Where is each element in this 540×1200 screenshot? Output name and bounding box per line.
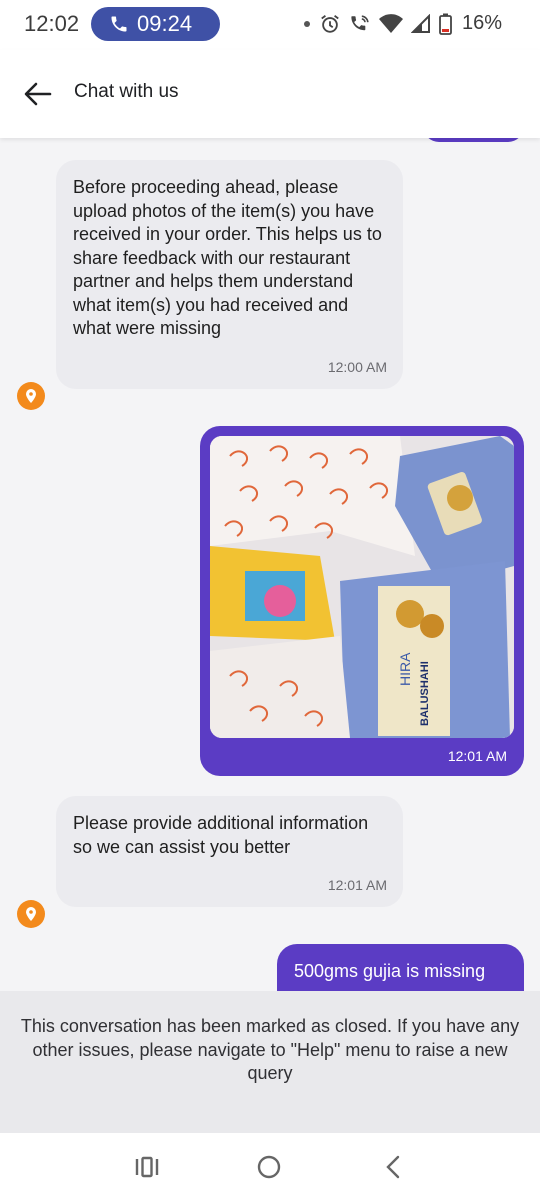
wifi-call-icon — [351, 14, 369, 30]
wifi-icon — [378, 13, 403, 33]
bot-icon — [26, 907, 36, 921]
alarm-icon — [321, 14, 339, 33]
product-brand: HIRA — [397, 652, 413, 686]
system-nav-bar — [0, 1133, 540, 1200]
page-title: Chat with us — [74, 81, 179, 102]
bot-icon — [26, 389, 36, 403]
chat-header: Chat with us — [0, 50, 540, 138]
status-time: 12:02 — [24, 11, 80, 36]
incoming-message: Before proceeding ahead, please upload p… — [56, 160, 403, 389]
signal-icon — [410, 13, 430, 33]
home-icon — [257, 1155, 281, 1179]
ongoing-call-pill[interactable]: 09:24 — [91, 7, 220, 41]
message-text: Please provide additional information so… — [73, 813, 369, 857]
incoming-message: Please provide additional information so… — [56, 796, 403, 907]
closed-notice-text: This conversation has been marked as clo… — [20, 1016, 520, 1083]
recents-icon — [135, 1156, 159, 1178]
uploaded-photo[interactable]: HIRA BALUSHAHI — [210, 436, 514, 738]
home-button[interactable] — [254, 1153, 284, 1181]
back-button[interactable] — [20, 76, 56, 112]
message-text: Before proceeding ahead, please upload p… — [73, 177, 382, 338]
status-bar: 12:02 09:24 16% — [0, 0, 540, 50]
outgoing-image-message[interactable]: HIRA BALUSHAHI 12:01 AM — [200, 426, 524, 776]
battery-percent: 16% — [461, 12, 502, 34]
recents-button[interactable] — [132, 1153, 162, 1181]
message-time: 12:01 AM — [327, 877, 387, 893]
battery-icon — [439, 13, 452, 35]
nav-back-button[interactable] — [378, 1153, 408, 1181]
back-icon — [386, 1155, 400, 1179]
conversation-closed-notice: This conversation has been marked as clo… — [0, 991, 540, 1133]
dot-icon — [303, 20, 310, 27]
message-time: 12:01 AM — [447, 748, 507, 764]
photo-illustration: HIRA BALUSHAHI — [210, 436, 514, 738]
support-avatar — [17, 900, 45, 928]
status-icons: 16% — [303, 12, 502, 35]
previous-message-bubble — [423, 138, 524, 142]
call-duration: 09:24 — [137, 11, 193, 36]
chat-thread[interactable]: Before proceeding ahead, please upload p… — [0, 138, 540, 991]
message-time: 12:00 AM — [327, 358, 387, 375]
product-name: BALUSHAHI — [419, 661, 431, 726]
support-avatar — [17, 382, 45, 410]
arrow-left-icon — [24, 82, 52, 106]
phone-icon — [111, 16, 127, 32]
outgoing-message: 500gms gujia is missing — [277, 944, 524, 991]
message-text: 500gms gujia is missing — [294, 961, 486, 981]
